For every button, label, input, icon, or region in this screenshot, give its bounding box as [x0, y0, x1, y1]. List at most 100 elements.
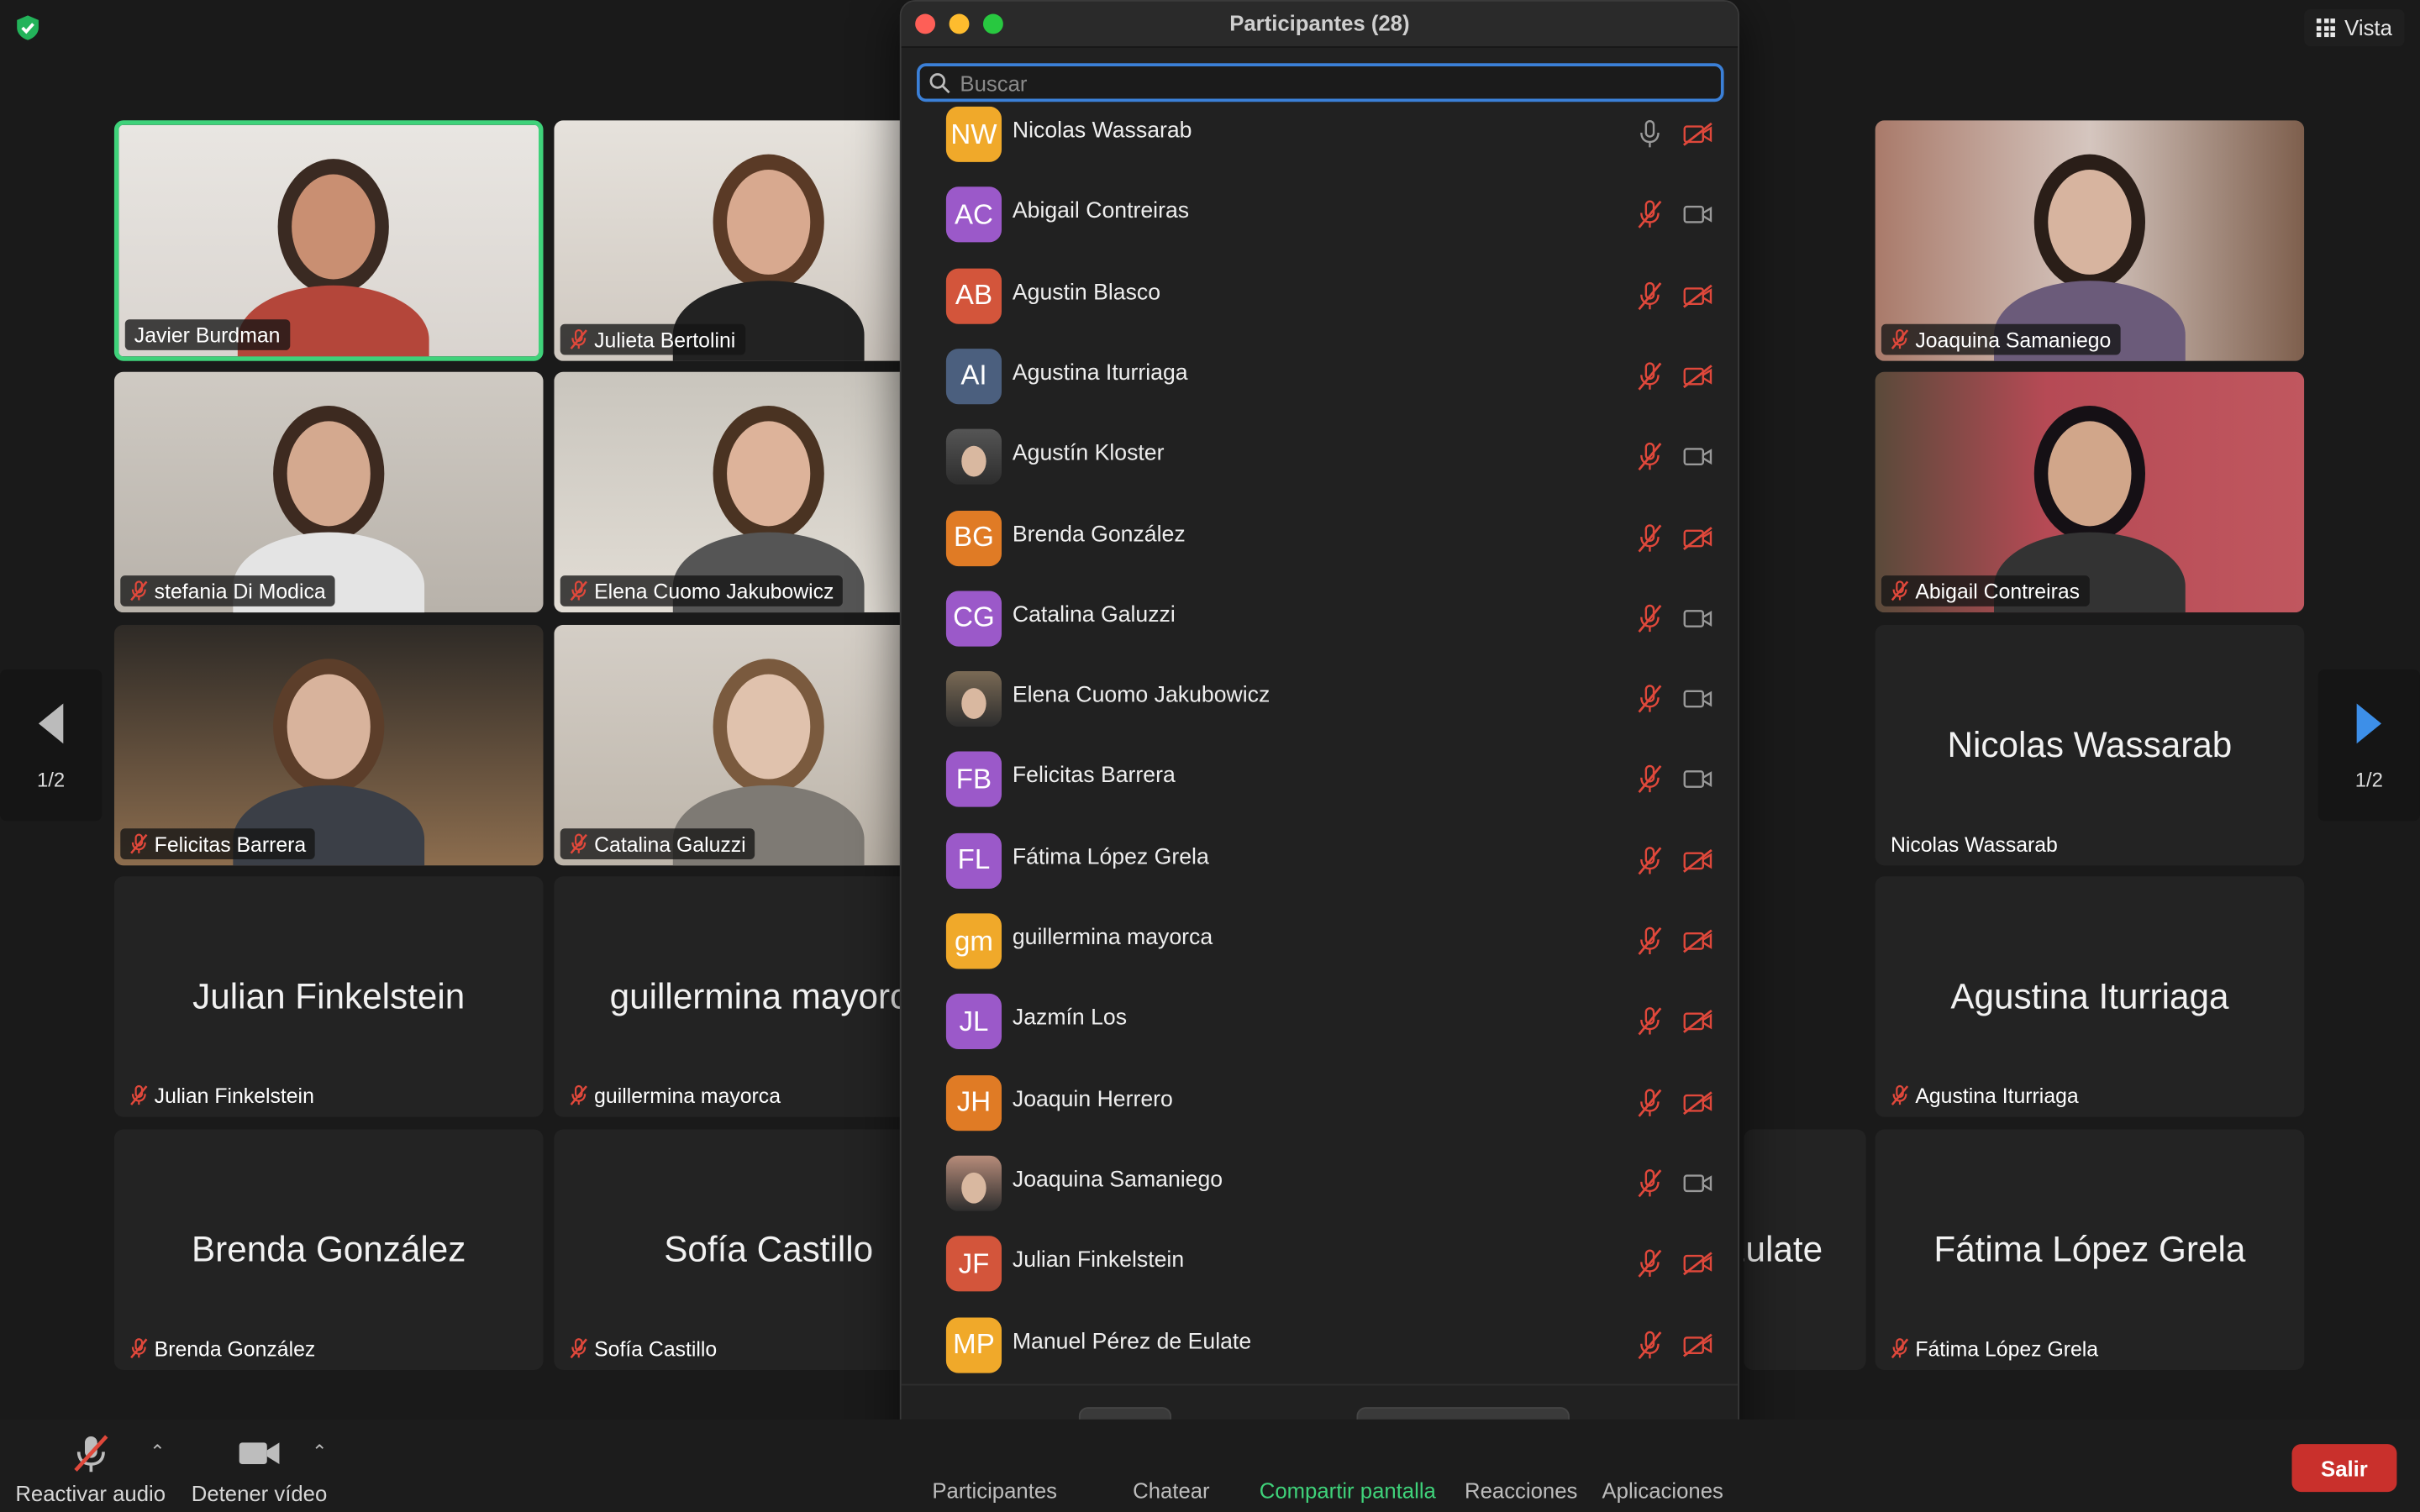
participant-row[interactable]: AC Abigail Contreiras — [902, 175, 1738, 255]
stop-video-button[interactable]: Detener vídeo — [191, 1431, 328, 1506]
participant-row[interactable]: FL Fátima López Grela — [902, 821, 1738, 901]
participant-row[interactable]: JL Jazmín Los — [902, 982, 1738, 1063]
microphone-muted-icon[interactable] — [1636, 603, 1664, 634]
participant-row[interactable]: NW Nicolas Wassarab — [902, 106, 1738, 175]
video-tile[interactable]: Abigail Contreiras — [1875, 371, 2305, 613]
microphone-muted-icon[interactable] — [1636, 845, 1664, 876]
video-tile[interactable]: Agustina Iturriaga Agustina Iturriaga — [1875, 876, 2305, 1117]
microphone-muted-icon[interactable] — [1636, 442, 1664, 473]
panel-title: Participantes (28) — [1229, 10, 1410, 36]
microphone-muted-icon[interactable] — [1636, 1329, 1664, 1360]
microphone-muted-icon[interactable] — [1636, 361, 1664, 392]
video-tile[interactable]: Brenda González Brenda González — [113, 1129, 544, 1370]
microphone-muted-icon[interactable] — [1636, 522, 1664, 554]
microphone-muted-icon[interactable] — [1636, 1087, 1664, 1118]
video-camera-off-icon[interactable] — [1682, 283, 1713, 307]
video-tile[interactable]: Nicolas Wassarab Nicolas Wassarab — [1875, 624, 2305, 866]
search-box[interactable] — [916, 63, 1724, 102]
participant-row[interactable]: BG Brenda González — [902, 497, 1738, 578]
participant-avatar: AB — [945, 267, 1002, 323]
microphone-muted-icon[interactable] — [1636, 199, 1664, 230]
participant-row[interactable]: Joaquina Samaniego — [902, 1143, 1738, 1224]
tile-name-label: Brenda González — [120, 1333, 324, 1364]
microphone-muted-icon[interactable] — [1636, 926, 1664, 957]
participant-row[interactable]: FB Felicitas Barrera — [902, 739, 1738, 820]
participant-row[interactable]: MP Manuel Pérez de Eulate — [902, 1305, 1738, 1385]
participant-silhouette — [2048, 421, 2132, 527]
security-shield-icon[interactable] — [14, 14, 42, 42]
video-camera-off-icon[interactable] — [1682, 848, 1713, 873]
video-tile[interactable]: Fátima López Grela Fátima López Grela — [1875, 1129, 2305, 1370]
unmute-audio-button[interactable]: Reactivar audio — [15, 1431, 166, 1506]
participant-row[interactable]: JH Joaquin Herrero — [902, 1063, 1738, 1143]
microphone-muted-icon[interactable] — [1636, 1168, 1664, 1199]
participants-panel: Participantes (28) NWNicolas WassarabACA… — [899, 0, 1739, 1475]
tile-name-text: Catalina Galuzzi — [594, 832, 746, 856]
search-icon — [929, 72, 950, 93]
panel-titlebar: Participantes (28) — [901, 1, 1739, 48]
video-tile[interactable]: Felicitas Barrera — [113, 624, 544, 866]
participant-silhouette — [292, 174, 376, 280]
participant-avatar: CG — [945, 591, 1002, 647]
participant-row[interactable]: AI Agustina Iturriaga — [902, 336, 1738, 417]
avatar-photo — [961, 446, 986, 477]
participant-list[interactable]: NW Nicolas Wassarab AC Abigail Contreiras AB… — [902, 106, 1738, 1387]
video-tile[interactable]: stefania Di Modica — [113, 371, 544, 613]
tile-display-name: Eulate — [1744, 1228, 1823, 1269]
tab-reactions[interactable]: Reacciones — [1465, 1478, 1577, 1503]
microphone-muted-icon[interactable] — [1636, 1006, 1664, 1037]
participant-row[interactable]: Elena Cuomo Jakubowicz — [902, 659, 1738, 739]
previous-page-button[interactable]: 1/2 — [0, 669, 103, 822]
video-camera-off-icon[interactable] — [1682, 1010, 1713, 1034]
search-input[interactable] — [960, 70, 1670, 95]
video-camera-off-icon[interactable] — [1682, 1332, 1713, 1357]
muted-microphone-icon — [130, 833, 148, 854]
video-camera-icon[interactable] — [1682, 1171, 1713, 1195]
video-camera-off-icon[interactable] — [1682, 1090, 1713, 1115]
tile-name-text: Sofía Castillo — [594, 1336, 718, 1361]
video-button-label: Detener vídeo — [191, 1481, 328, 1506]
tile-name-label: Abigail Contreiras — [1881, 575, 2090, 606]
avatar-photo — [961, 1172, 986, 1204]
microphone-muted-icon[interactable] — [1636, 1248, 1664, 1279]
participant-row[interactable]: gm guillermina mayorca — [902, 901, 1738, 982]
video-camera-off-icon[interactable] — [1682, 525, 1713, 550]
video-camera-icon[interactable] — [1682, 768, 1713, 792]
video-options-caret-icon[interactable]: ⌃ — [312, 1441, 327, 1462]
tile-name-text: Nicolas Wassarab — [1890, 832, 2058, 856]
leave-meeting-button[interactable]: Salir — [2291, 1444, 2397, 1493]
tile-name-text: Felicitas Barrera — [154, 832, 307, 856]
tab-share-screen[interactable]: Compartir pantalla — [1260, 1478, 1436, 1503]
participant-row[interactable]: CG Catalina Galuzzi — [902, 578, 1738, 659]
video-camera-icon[interactable] — [1682, 444, 1713, 469]
video-tile[interactable]: Joaquina Samaniego — [1875, 120, 2305, 361]
video-tile[interactable]: Eulate — [1744, 1129, 1866, 1370]
muted-microphone-icon — [130, 1338, 148, 1359]
participant-name: guillermina mayorca — [1012, 926, 1213, 951]
video-tile[interactable]: Javier Burdman — [113, 120, 544, 361]
video-camera-icon[interactable] — [1682, 202, 1713, 227]
video-camera-icon[interactable] — [1682, 687, 1713, 711]
video-camera-off-icon[interactable] — [1682, 929, 1713, 953]
video-camera-off-icon[interactable] — [1682, 364, 1713, 388]
video-camera-off-icon[interactable] — [1682, 122, 1713, 146]
audio-options-caret-icon[interactable]: ⌃ — [150, 1441, 165, 1462]
tab-chat[interactable]: Chatear — [1133, 1478, 1209, 1503]
tile-name-label: Sofía Castillo — [560, 1333, 727, 1364]
microphone-icon[interactable] — [1636, 118, 1664, 150]
tab-participants[interactable]: Participantes — [932, 1478, 1057, 1503]
next-page-button[interactable]: 1/2 — [2317, 669, 2420, 822]
participant-row[interactable]: Agustín Kloster — [902, 417, 1738, 497]
participant-row[interactable]: JF Julian Finkelstein — [902, 1224, 1738, 1305]
video-camera-icon[interactable] — [1682, 606, 1713, 630]
participant-row[interactable]: AB Agustin Blasco — [902, 255, 1738, 336]
microphone-muted-icon[interactable] — [1636, 764, 1664, 795]
participant-name: Nicolas Wassarab — [1012, 118, 1192, 144]
participant-name: Fátima López Grela — [1012, 844, 1209, 870]
tab-apps[interactable]: Aplicaciones — [1602, 1478, 1723, 1503]
video-tile[interactable]: Julian Finkelstein Julian Finkelstein — [113, 876, 544, 1117]
microphone-muted-icon[interactable] — [1636, 281, 1664, 312]
view-button[interactable]: Vista — [2304, 9, 2405, 47]
video-camera-off-icon[interactable] — [1682, 1252, 1713, 1276]
microphone-muted-icon[interactable] — [1636, 684, 1664, 715]
